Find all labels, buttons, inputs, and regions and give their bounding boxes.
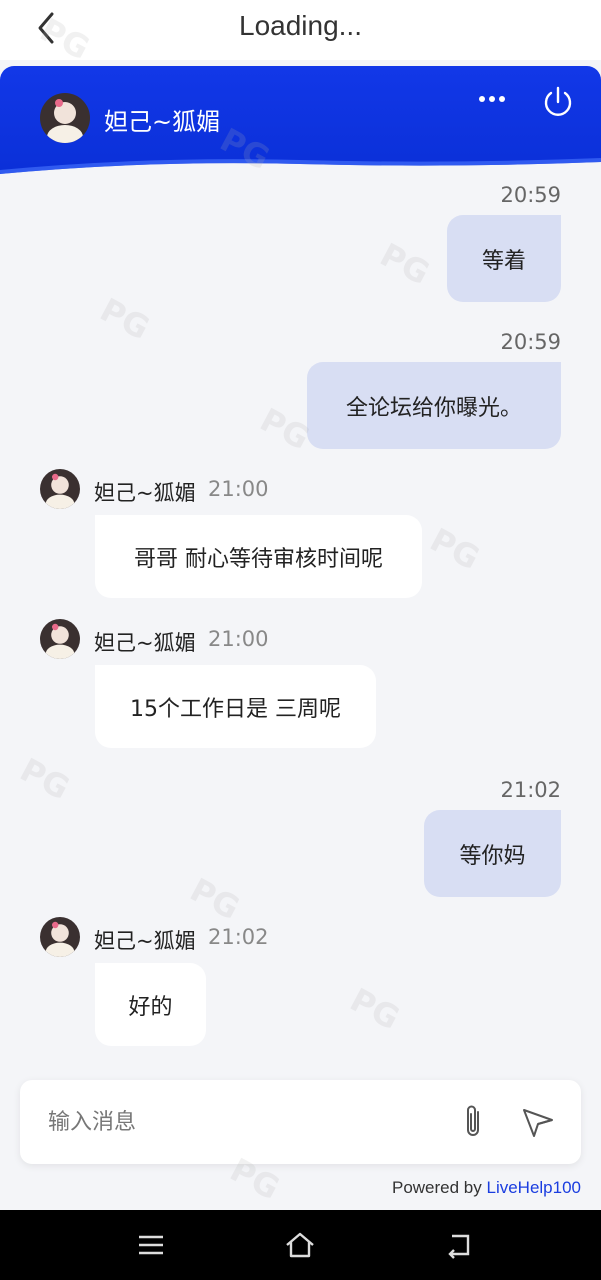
incoming-message-bubble: 15个工作日是 三周呢	[95, 665, 376, 748]
system-navigation-bar	[0, 1210, 601, 1280]
watermark-text: PG	[183, 870, 246, 928]
watermark-text: PG	[343, 980, 406, 1038]
message-input[interactable]	[48, 1102, 428, 1142]
more-options-icon[interactable]	[474, 86, 510, 116]
agent-avatar	[40, 469, 80, 509]
outgoing-message-bubble: 等着	[447, 215, 561, 302]
powered-by-footer: Powered by LiveHelp100	[392, 1178, 581, 1198]
menu-icon[interactable]	[134, 1228, 168, 1262]
message-time: 20:59	[500, 183, 561, 207]
message-sender: 妲己~狐媚	[94, 631, 196, 655]
message-time: 21:02	[500, 778, 561, 802]
incoming-message-bubble: 好的	[95, 963, 206, 1046]
paperclip-icon[interactable]	[458, 1102, 488, 1142]
home-icon[interactable]	[283, 1228, 317, 1262]
message-time: 21:00	[208, 627, 269, 651]
message-composer	[20, 1080, 581, 1164]
agent-avatar	[40, 917, 80, 957]
incoming-message-bubble: 哥哥 耐心等待审核时间呢	[95, 515, 422, 598]
message-time: 20:59	[500, 330, 561, 354]
watermark-text: PG	[93, 290, 156, 348]
message-time: 21:02	[208, 925, 269, 949]
powered-by-label: Powered by	[391, 1178, 487, 1197]
watermark-text: PG	[423, 520, 486, 578]
message-time: 21:00	[208, 477, 269, 501]
watermark-text: PG	[373, 235, 436, 293]
agent-name: 妲己~狐媚	[104, 108, 221, 136]
message-sender: 妲己~狐媚	[94, 481, 196, 505]
browser-top-bar: Loading...	[0, 0, 601, 60]
power-icon[interactable]	[540, 84, 576, 120]
header-wave	[0, 158, 601, 184]
outgoing-message-bubble: 等你妈	[424, 810, 561, 897]
send-icon[interactable]	[520, 1104, 556, 1140]
watermark-text: PG	[13, 750, 76, 808]
chat-header: 妲己~狐媚	[0, 66, 601, 184]
agent-avatar	[40, 619, 80, 659]
page-title: Loading...	[239, 10, 362, 41]
outgoing-message-bubble: 全论坛给你曝光。	[307, 362, 561, 449]
livehelp-link[interactable]: LiveHelp100	[486, 1178, 581, 1197]
agent-avatar	[40, 93, 90, 143]
message-sender: 妲己~狐媚	[94, 929, 196, 953]
back-icon[interactable]	[442, 1228, 476, 1262]
